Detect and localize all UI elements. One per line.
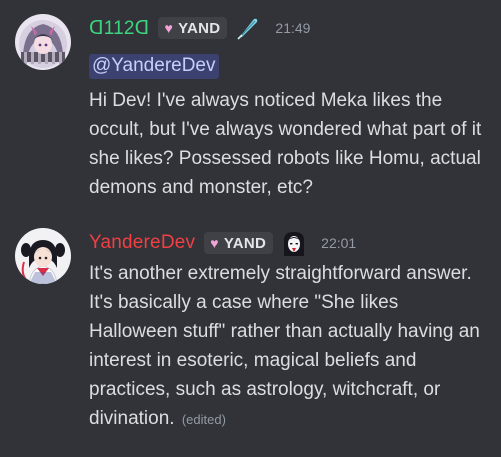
anime-girl-portrait-icon[interactable] <box>281 230 308 256</box>
message-content: It's another extremely straightforward a… <box>89 259 489 434</box>
server-tag-badge[interactable]: ♥ YAND <box>204 232 274 254</box>
heart-icon: ♥ <box>210 235 219 251</box>
message-header: ᗡ112ᗡ ♥ YAND 21:49 <box>89 13 310 43</box>
username[interactable]: YandereDev <box>89 232 195 254</box>
message-1: ᗡ112ᗡ ♥ YAND 21:49 @YandereDev Hi Dev! I… <box>0 10 501 215</box>
avatar-image-icon <box>15 228 71 284</box>
user-avatar[interactable] <box>15 14 71 70</box>
message-content: Hi Dev! I've always noticed Meka likes t… <box>89 90 482 198</box>
feather-quill-icon[interactable] <box>235 15 261 41</box>
message-timestamp[interactable]: 22:01 <box>321 235 356 251</box>
server-tag-badge[interactable]: ♥ YAND <box>158 17 228 39</box>
edited-indicator[interactable]: (edited) <box>182 412 226 427</box>
server-tag-label: YAND <box>223 234 267 252</box>
heart-icon: ♥ <box>164 20 174 36</box>
avatar-image-icon <box>15 14 71 70</box>
message-header: YandereDev ♥ YAND 22:01 <box>89 228 356 258</box>
server-tag-label: YAND <box>178 19 221 37</box>
user-mention[interactable]: @YandereDev <box>89 54 219 79</box>
message-2: YandereDev ♥ YAND 22:01 It's another ext… <box>0 222 501 457</box>
message-timestamp[interactable]: 21:49 <box>275 20 310 36</box>
user-avatar[interactable] <box>15 228 71 284</box>
username[interactable]: ᗡ112ᗡ <box>89 17 149 40</box>
message-text: It's another extremely straightforward a… <box>89 263 480 429</box>
